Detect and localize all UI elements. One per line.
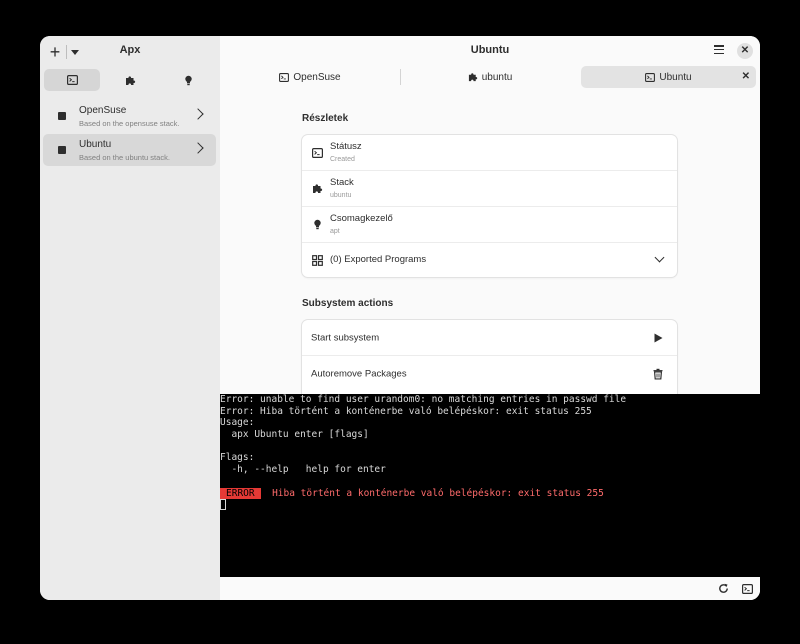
terminal-line: Error: unable to find user urandom0: no … — [220, 394, 627, 405]
terminal-cursor — [220, 499, 226, 511]
sidebar-item-label: OpenSuse — [79, 105, 127, 116]
sidebar-view-switcher — [44, 69, 216, 91]
sidebar-tab-stacks[interactable] — [102, 69, 158, 91]
puzzle-icon — [311, 183, 323, 195]
sidebar-item-label: Ubuntu — [79, 139, 112, 150]
sidebar: + Apx OpenSuse Based on the opensuse sta… — [40, 36, 220, 600]
sidebar-tab-subsystems[interactable] — [44, 69, 100, 91]
sidebar-item-opensuse[interactable]: OpenSuse Based on the opensuse stack. — [43, 100, 216, 132]
row-value: apt — [330, 228, 340, 235]
close-window-button[interactable]: ✕ — [737, 43, 753, 59]
hamburger-icon[interactable] — [714, 45, 724, 54]
tab-label: Ubuntu — [659, 71, 692, 83]
sidebar-item-ubuntu[interactable]: Ubuntu Based on the ubuntu stack. — [43, 134, 216, 166]
play-icon — [654, 333, 663, 342]
autoremove-packages-row[interactable]: Autoremove Packages — [302, 356, 677, 391]
app-window: + Apx OpenSuse Based on the opensuse sta… — [40, 36, 760, 600]
actions-card: Start subsystem Autoremove Packages — [302, 320, 677, 400]
open-terminal-button[interactable] — [741, 582, 754, 595]
sidebar-item-description: Based on the opensuse stack. — [79, 119, 180, 128]
row-label: Csomagkezelő — [330, 213, 393, 224]
grid-icon — [311, 254, 323, 266]
terminal-line: apx Ubuntu enter [flags] — [220, 429, 369, 441]
tab-bar: OpenSuse ubuntu Ubuntu ✕ — [220, 66, 760, 88]
terminal-icon — [311, 147, 323, 159]
action-label: Autoremove Packages — [311, 368, 407, 379]
terminal-icon — [279, 72, 290, 82]
bulb-icon — [311, 219, 323, 231]
start-subsystem-row[interactable]: Start subsystem — [302, 320, 677, 355]
terminal-lines: Error: unable to find user urandom0: no … — [220, 394, 760, 488]
terminal-error-line: ERROR Hiba történt a konténerbe való bel… — [220, 487, 760, 500]
row-label: Státusz — [330, 141, 362, 152]
terminal-prompt-line — [220, 499, 760, 511]
row-label: Stack — [330, 177, 354, 188]
row-value: ubuntu — [330, 192, 352, 199]
details-heading: Részletek — [302, 113, 349, 124]
action-label: Start subsystem — [311, 332, 380, 343]
sidebar-title: Apx — [119, 44, 141, 56]
details-card: Státusz Created Stack ubuntu Csomagkezel… — [302, 135, 677, 277]
main-pane: Ubuntu ✕ OpenSuse ubuntu Ubuntu ✕ Részle… — [220, 36, 760, 600]
terminal-icon — [66, 75, 78, 85]
tab-ubuntu-stack[interactable]: ubuntu — [401, 66, 579, 88]
terminal-output[interactable]: Error: unable to find user urandom0: no … — [220, 394, 760, 577]
close-icon: ✕ — [740, 45, 750, 56]
page-title: Ubuntu — [470, 44, 510, 56]
terminal-line: Error: Hiba történt a konténerbe való be… — [220, 405, 592, 417]
tab-label: OpenSuse — [293, 71, 341, 83]
terminal-icon — [645, 72, 656, 82]
tab-label: ubuntu — [481, 71, 513, 83]
exported-programs-expander[interactable]: (0) Exported Programs — [302, 243, 677, 277]
error-badge: ERROR — [220, 487, 261, 499]
tab-ubuntu[interactable]: Ubuntu ✕ — [581, 66, 756, 88]
puzzle-icon — [125, 75, 135, 85]
container-icon — [58, 146, 66, 154]
refresh-icon — [719, 583, 728, 593]
terminal-line: Flags: — [220, 452, 255, 464]
terminal-toolbar — [220, 577, 760, 600]
sidebar-header: + Apx — [40, 36, 220, 66]
container-icon — [58, 112, 66, 120]
details-row-package-manager: Csomagkezelő apt — [302, 207, 677, 242]
refresh-button[interactable] — [717, 582, 730, 595]
terminal-icon — [742, 583, 753, 594]
row-value: Created — [330, 156, 355, 163]
tab-opensuse[interactable]: OpenSuse — [220, 66, 400, 88]
chevron-down-icon — [654, 252, 665, 263]
sidebar-tab-package-managers[interactable] — [160, 69, 216, 91]
actions-heading: Subsystem actions — [302, 298, 394, 309]
trash-icon — [653, 368, 663, 379]
sidebar-item-description: Based on the ubuntu stack. — [79, 153, 170, 162]
terminal-line: Usage: — [220, 417, 255, 429]
error-message: Hiba történt a konténerbe való belépésko… — [272, 487, 604, 499]
terminal-line: -h, --help help for enter — [220, 464, 386, 476]
details-row-status: Státusz Created — [302, 135, 677, 170]
row-label: (0) Exported Programs — [330, 254, 427, 265]
chevron-right-icon — [192, 142, 204, 154]
chevron-right-icon — [192, 108, 204, 120]
puzzle-icon — [468, 73, 477, 82]
bulb-icon — [184, 75, 192, 85]
close-icon[interactable]: ✕ — [742, 66, 750, 88]
details-row-stack: Stack ubuntu — [302, 171, 677, 206]
